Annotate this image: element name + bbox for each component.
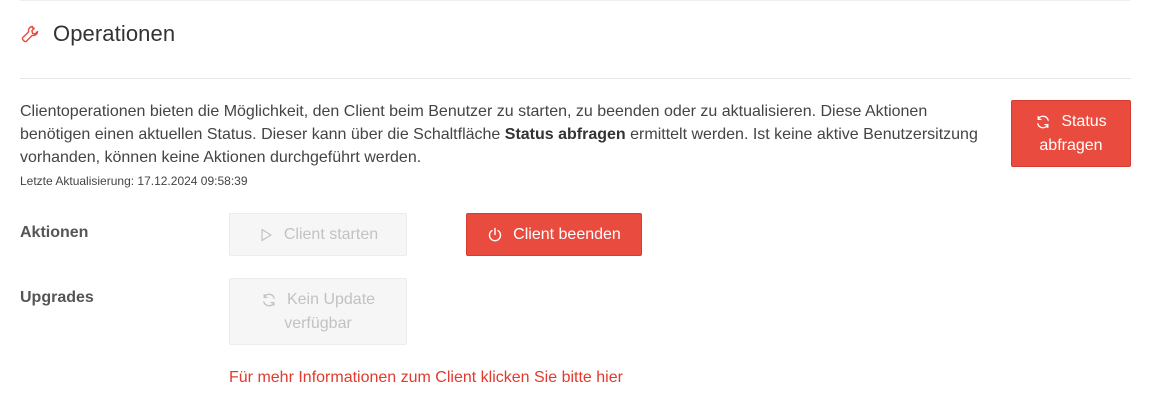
play-icon (258, 227, 274, 243)
power-icon (487, 227, 503, 243)
status-button-line1: Status (1061, 112, 1107, 130)
refresh-icon (1035, 114, 1051, 130)
client-info-link[interactable]: Für mehr Informationen zum Client klicke… (229, 369, 623, 387)
stop-client-button[interactable]: Client beenden (466, 213, 642, 256)
description-bold: Status abfragen (504, 126, 626, 143)
actions-label: Aktionen (20, 224, 89, 241)
stop-client-label: Client beenden (513, 225, 621, 243)
update-button[interactable]: Kein Update verfügbar (229, 278, 407, 345)
section-header: Operationen (20, 20, 175, 48)
status-button-line2: abfragen (1039, 136, 1103, 154)
description-text: Clientoperationen bieten die Möglichkeit… (20, 100, 980, 169)
upgrades-label: Upgrades (20, 289, 94, 306)
wrench-icon (20, 24, 40, 44)
status-query-button[interactable]: Status abfragen (1011, 100, 1131, 167)
start-client-button[interactable]: Client starten (229, 213, 407, 256)
last-updated-timestamp: Letzte Aktualisierung: 17.12.2024 09:58:… (20, 174, 248, 188)
refresh-icon (261, 292, 277, 308)
top-divider (20, 0, 1130, 1)
page-title: Operationen (53, 21, 176, 46)
update-button-line1: Kein Update (286, 290, 376, 308)
header-divider (20, 78, 1131, 79)
start-client-label: Client starten (283, 225, 379, 243)
update-button-line2: verfügbar (284, 314, 352, 332)
